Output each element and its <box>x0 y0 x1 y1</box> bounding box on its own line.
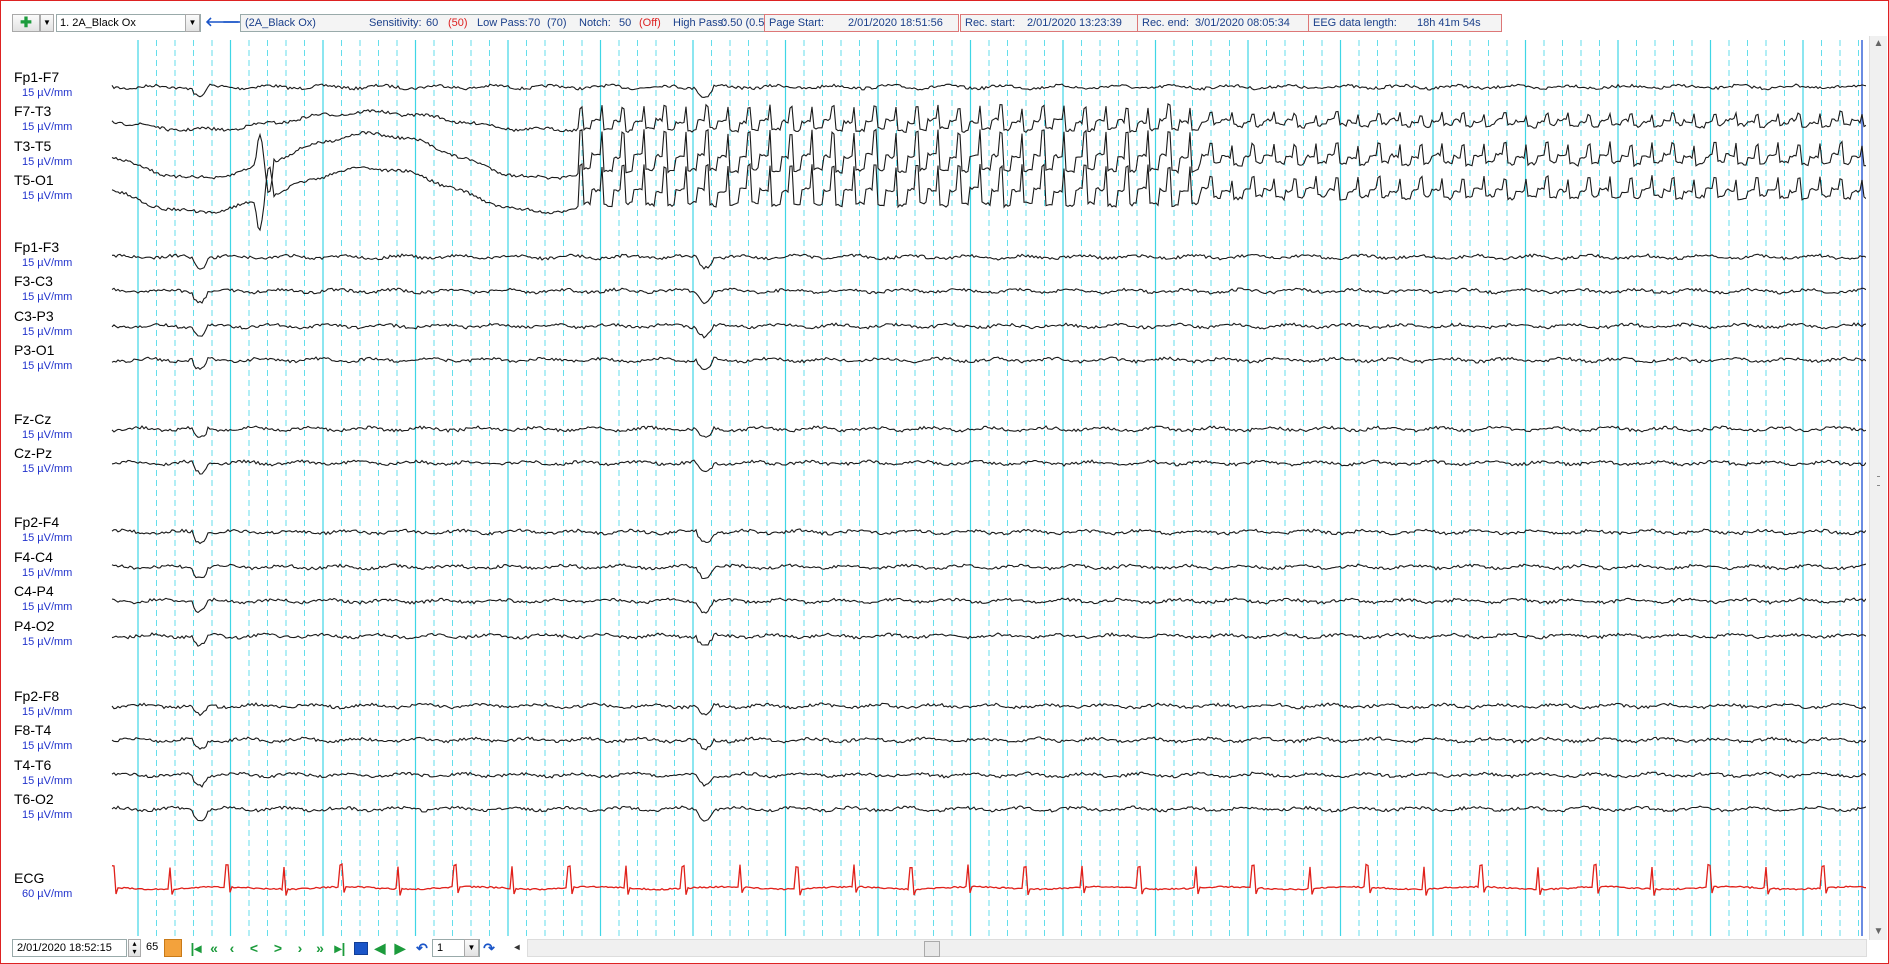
channel-name[interactable]: F4-C4 <box>14 549 53 565</box>
datetime-field[interactable]: 2/01/2020 18:52:15 <box>12 939 127 957</box>
page-start-label: Page Start: <box>769 17 825 29</box>
back-arrow-icon[interactable]: 🡐 <box>205 14 240 32</box>
channel-scale: 15 µV/mm <box>22 156 72 168</box>
rec-start-panel: Rec. start: 2/01/2020 13:23:39 <box>960 14 1144 32</box>
channel-scale: 15 µV/mm <box>22 567 72 579</box>
rec-end-value: 3/01/2020 08:05:34 <box>1195 17 1290 29</box>
channel-name[interactable]: F7-T3 <box>14 103 52 119</box>
channel-scale: 15 µV/mm <box>22 326 72 338</box>
last-page-icon[interactable]: ▸| <box>332 939 348 957</box>
rec-end-panel: Rec. end: 3/01/2020 08:05:34 <box>1137 14 1318 32</box>
redo-icon[interactable]: ↷ <box>481 939 497 957</box>
channel-labels: Fp1-F7 15 µV/mm F7-T3 15 µV/mm T3-T5 15 µV/mm… <box>14 69 72 900</box>
channel-scale: 15 µV/mm <box>22 87 72 99</box>
channel-scale: 15 µV/mm <box>22 121 72 133</box>
horizontal-scrollbar[interactable] <box>527 939 1867 957</box>
channel-name[interactable]: P4-O2 <box>14 618 55 634</box>
eeg-length-value: 18h 41m 54s <box>1417 17 1481 29</box>
channel-scale: 15 µV/mm <box>22 636 72 648</box>
channel-scale: 15 µV/mm <box>22 429 72 441</box>
montage-select[interactable]: 1. 2A_Black Ox <box>56 14 201 32</box>
notch-value[interactable]: 50 <box>619 15 631 31</box>
first-page-icon[interactable]: |◂ <box>188 939 204 957</box>
chevron-down-icon[interactable]: ▼ <box>40 14 54 32</box>
rec-start-label: Rec. start: <box>965 17 1016 29</box>
channel-name[interactable]: T3-T5 <box>14 138 52 154</box>
page-seconds: 65 <box>146 941 159 953</box>
channel-scale: 15 µV/mm <box>22 706 72 718</box>
channel-name[interactable]: Fz-Cz <box>14 411 51 427</box>
channel-name[interactable]: F8-T4 <box>14 722 52 738</box>
highpass-label: High Pass: <box>673 17 727 29</box>
bottom-navigation-bar: 2/01/2020 18:52:15 ▴ ▾ 65 |◂ « ‹ < > › » … <box>12 937 1867 959</box>
channel-name[interactable]: Cz-Pz <box>14 445 52 461</box>
channel-scale: 15 µV/mm <box>22 291 72 303</box>
notch-label: Notch: <box>579 17 611 29</box>
channel-scale: 15 µV/mm <box>22 257 72 269</box>
datetime-spinner[interactable]: ▴ ▾ <box>128 939 141 957</box>
stop-icon[interactable] <box>354 942 368 955</box>
channel-scale: 15 µV/mm <box>22 740 72 752</box>
channel-name[interactable]: ECG <box>14 870 44 886</box>
lowpass-label: Low Pass: <box>477 17 528 29</box>
undo-icon[interactable]: ↶ <box>414 939 430 957</box>
scroll-left-icon[interactable]: ◂ <box>509 939 525 957</box>
fast-back-icon[interactable]: « <box>206 939 222 957</box>
sensitivity-label: Sensitivity: <box>369 17 422 29</box>
notch-state: (Off) <box>639 17 661 29</box>
channel-name[interactable]: Fp2-F4 <box>14 514 59 530</box>
eeg-length-panel: EEG data length: 18h 41m 54s <box>1308 14 1502 32</box>
channel-name[interactable]: T4-T6 <box>14 757 52 773</box>
sensitivity-default: (50) <box>448 17 468 29</box>
forward-arrow-icon[interactable]: 🡒 <box>222 14 257 32</box>
eeg-trace-area[interactable]: Fp1-F7 15 µV/mm F7-T3 15 µV/mm T3-T5 15 µV/mm… <box>0 40 1866 936</box>
page-start-panel: Page Start: 2/01/2020 18:51:56 <box>764 14 959 32</box>
rec-end-label: Rec. end: <box>1142 17 1190 29</box>
montage-name: (2A_Black Ox) <box>245 17 316 29</box>
page-forward-icon[interactable]: › <box>292 939 308 957</box>
channel-name[interactable]: T5-O1 <box>14 172 54 188</box>
lowpass-value[interactable]: 70 <box>528 15 540 31</box>
play-icon[interactable]: ▶ <box>392 939 408 957</box>
channel-scale: 15 µV/mm <box>22 809 72 821</box>
fast-forward-icon[interactable]: » <box>312 939 328 957</box>
scroll-thumb[interactable] <box>924 941 940 957</box>
channel-scale: 15 µV/mm <box>22 463 72 475</box>
channel-name[interactable]: C4-P4 <box>14 583 54 599</box>
rec-start-value: 2/01/2020 13:23:39 <box>1027 17 1122 29</box>
vertical-scrollbar[interactable]: ▲ ▼ <box>1869 36 1887 940</box>
channel-scale: 15 µV/mm <box>22 360 72 372</box>
scroll-up-icon[interactable]: ▲ <box>1870 36 1887 52</box>
scroll-grip-icon[interactable] <box>1877 476 1880 486</box>
channel-scale: 15 µV/mm <box>22 601 72 613</box>
montage-dropdown-icon[interactable]: ▼ <box>185 14 200 32</box>
channel-name[interactable]: P3-O1 <box>14 342 55 358</box>
channel-scale: 15 µV/mm <box>22 532 72 544</box>
channel-trace <box>111 103 1866 134</box>
eeg-length-label: EEG data length: <box>1313 17 1397 29</box>
channel-name[interactable]: Fp1-F7 <box>14 69 59 85</box>
channel-scale: 60 µV/mm <box>22 888 72 900</box>
channel-scale: 15 µV/mm <box>22 775 72 787</box>
channel-name[interactable]: F3-C3 <box>14 273 53 289</box>
calendar-icon[interactable] <box>164 939 182 957</box>
channel-name[interactable]: Fp1-F3 <box>14 239 59 255</box>
channel-name[interactable]: T6-O2 <box>14 791 54 807</box>
plus-icon[interactable]: ✚ <box>12 14 40 32</box>
channel-scale: 15 µV/mm <box>22 190 72 202</box>
filter-settings-panel: (2A_Black Ox) Sensitivity: 60 (50) Low P… <box>240 14 776 32</box>
channel-name[interactable]: Fp2-F8 <box>14 688 59 704</box>
top-toolbar: ✚ ▼ 1. 2A_Black Ox ▼ 🡐 🡒 (2A_Black Ox) S… <box>12 12 1878 34</box>
lowpass-default: (70) <box>547 17 567 29</box>
scroll-down-icon[interactable]: ▼ <box>1870 924 1887 940</box>
sensitivity-value[interactable]: 60 <box>426 15 438 31</box>
step-back-icon[interactable]: < <box>246 939 262 957</box>
step-forward-icon[interactable]: > <box>270 939 286 957</box>
page-back-icon[interactable]: ‹ <box>224 939 240 957</box>
page-dropdown-icon[interactable]: ▼ <box>464 939 479 957</box>
channel-name[interactable]: C3-P3 <box>14 308 54 324</box>
page-start-value: 2/01/2020 18:51:56 <box>848 17 943 29</box>
play-back-icon[interactable]: ◀ <box>372 939 388 957</box>
